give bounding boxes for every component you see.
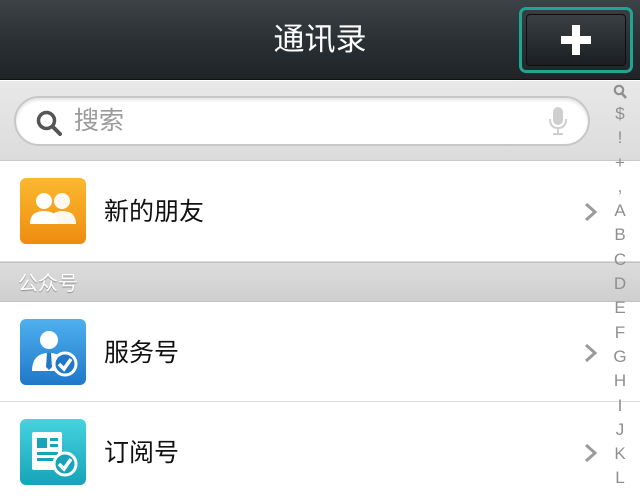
plus-icon (561, 25, 591, 55)
index-letter[interactable]: , (618, 175, 623, 199)
chevron-right-icon (585, 202, 598, 222)
index-letter[interactable]: G (613, 345, 626, 369)
list-item-new-friends[interactable]: 新的朋友 (0, 162, 640, 262)
chevron-right-icon (585, 443, 598, 463)
index-letter[interactable]: E (614, 296, 625, 320)
search-placeholder: 搜索 (74, 106, 125, 135)
alphabet-index-bar[interactable]: $ ! + , A B C D E F G H I J K L (604, 84, 636, 502)
index-letter[interactable]: J (616, 418, 625, 442)
section-header-official-accounts: 公众号 (0, 262, 640, 302)
list-item-service-accounts[interactable]: 服务号 (0, 303, 640, 402)
index-letter[interactable]: B (614, 223, 625, 247)
new-friends-icon (20, 178, 86, 244)
index-letter[interactable]: A (614, 199, 625, 223)
microphone-icon[interactable] (548, 106, 568, 136)
list-item-label: 订阅号 (104, 438, 180, 467)
index-letter[interactable]: K (614, 442, 625, 466)
chevron-right-icon (585, 343, 598, 363)
search-icon (36, 110, 62, 136)
index-letter[interactable]: H (614, 369, 626, 393)
list-item-label: 新的朋友 (104, 197, 205, 226)
list-item-label: 服务号 (104, 338, 180, 367)
service-account-icon (20, 319, 86, 385)
list-item-subscription-accounts[interactable]: 订阅号 (0, 403, 640, 502)
index-search-icon[interactable] (613, 84, 627, 100)
subscription-account-icon (20, 419, 86, 485)
search-bar: 搜索 (0, 81, 640, 161)
index-letter[interactable]: L (615, 466, 624, 490)
index-letter[interactable]: D (614, 272, 626, 296)
add-button-face[interactable] (526, 14, 626, 66)
add-contact-button[interactable] (519, 7, 633, 73)
index-letter[interactable]: + (615, 151, 625, 175)
index-letter[interactable]: $ (615, 102, 624, 126)
index-letter[interactable]: F (615, 321, 625, 345)
section-title: 公众号 (18, 271, 78, 295)
index-letter[interactable]: C (614, 248, 626, 272)
index-letter[interactable]: I (618, 394, 623, 418)
search-input[interactable]: 搜索 (14, 96, 590, 146)
index-letter[interactable]: ! (618, 126, 623, 150)
top-bar: 通讯录 (0, 0, 640, 80)
